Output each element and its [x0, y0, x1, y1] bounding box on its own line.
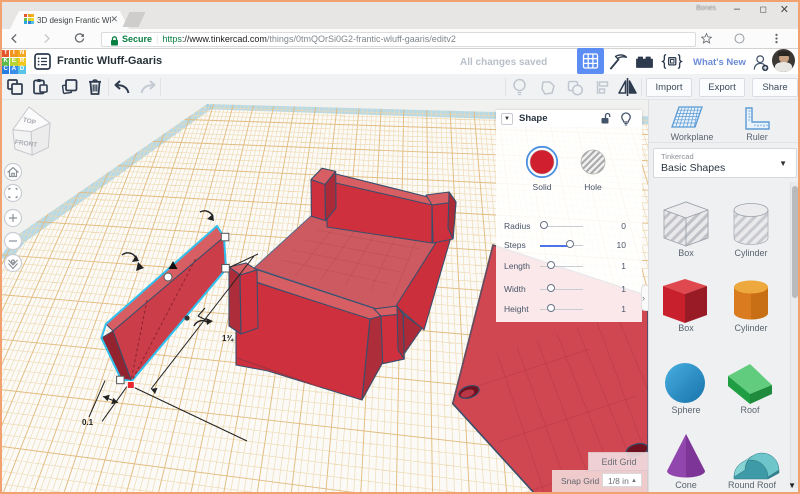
svg-text:Box: Box [678, 248, 694, 258]
svg-text:0.1: 0.1 [82, 418, 94, 427]
svg-text:Round Roof: Round Roof [728, 480, 777, 490]
svg-text:Hole: Hole [584, 182, 602, 192]
svg-text:Sphere: Sphere [671, 405, 700, 415]
svg-text:1¾: 1¾ [222, 334, 234, 343]
svg-text:Solid: Solid [533, 182, 552, 192]
svg-text:Cylinder: Cylinder [734, 248, 767, 258]
svg-text:Cylinder: Cylinder [734, 323, 767, 333]
svg-text:Roof: Roof [740, 405, 760, 415]
svg-text:Box: Box [678, 323, 694, 333]
svg-text:Cone: Cone [675, 480, 697, 490]
